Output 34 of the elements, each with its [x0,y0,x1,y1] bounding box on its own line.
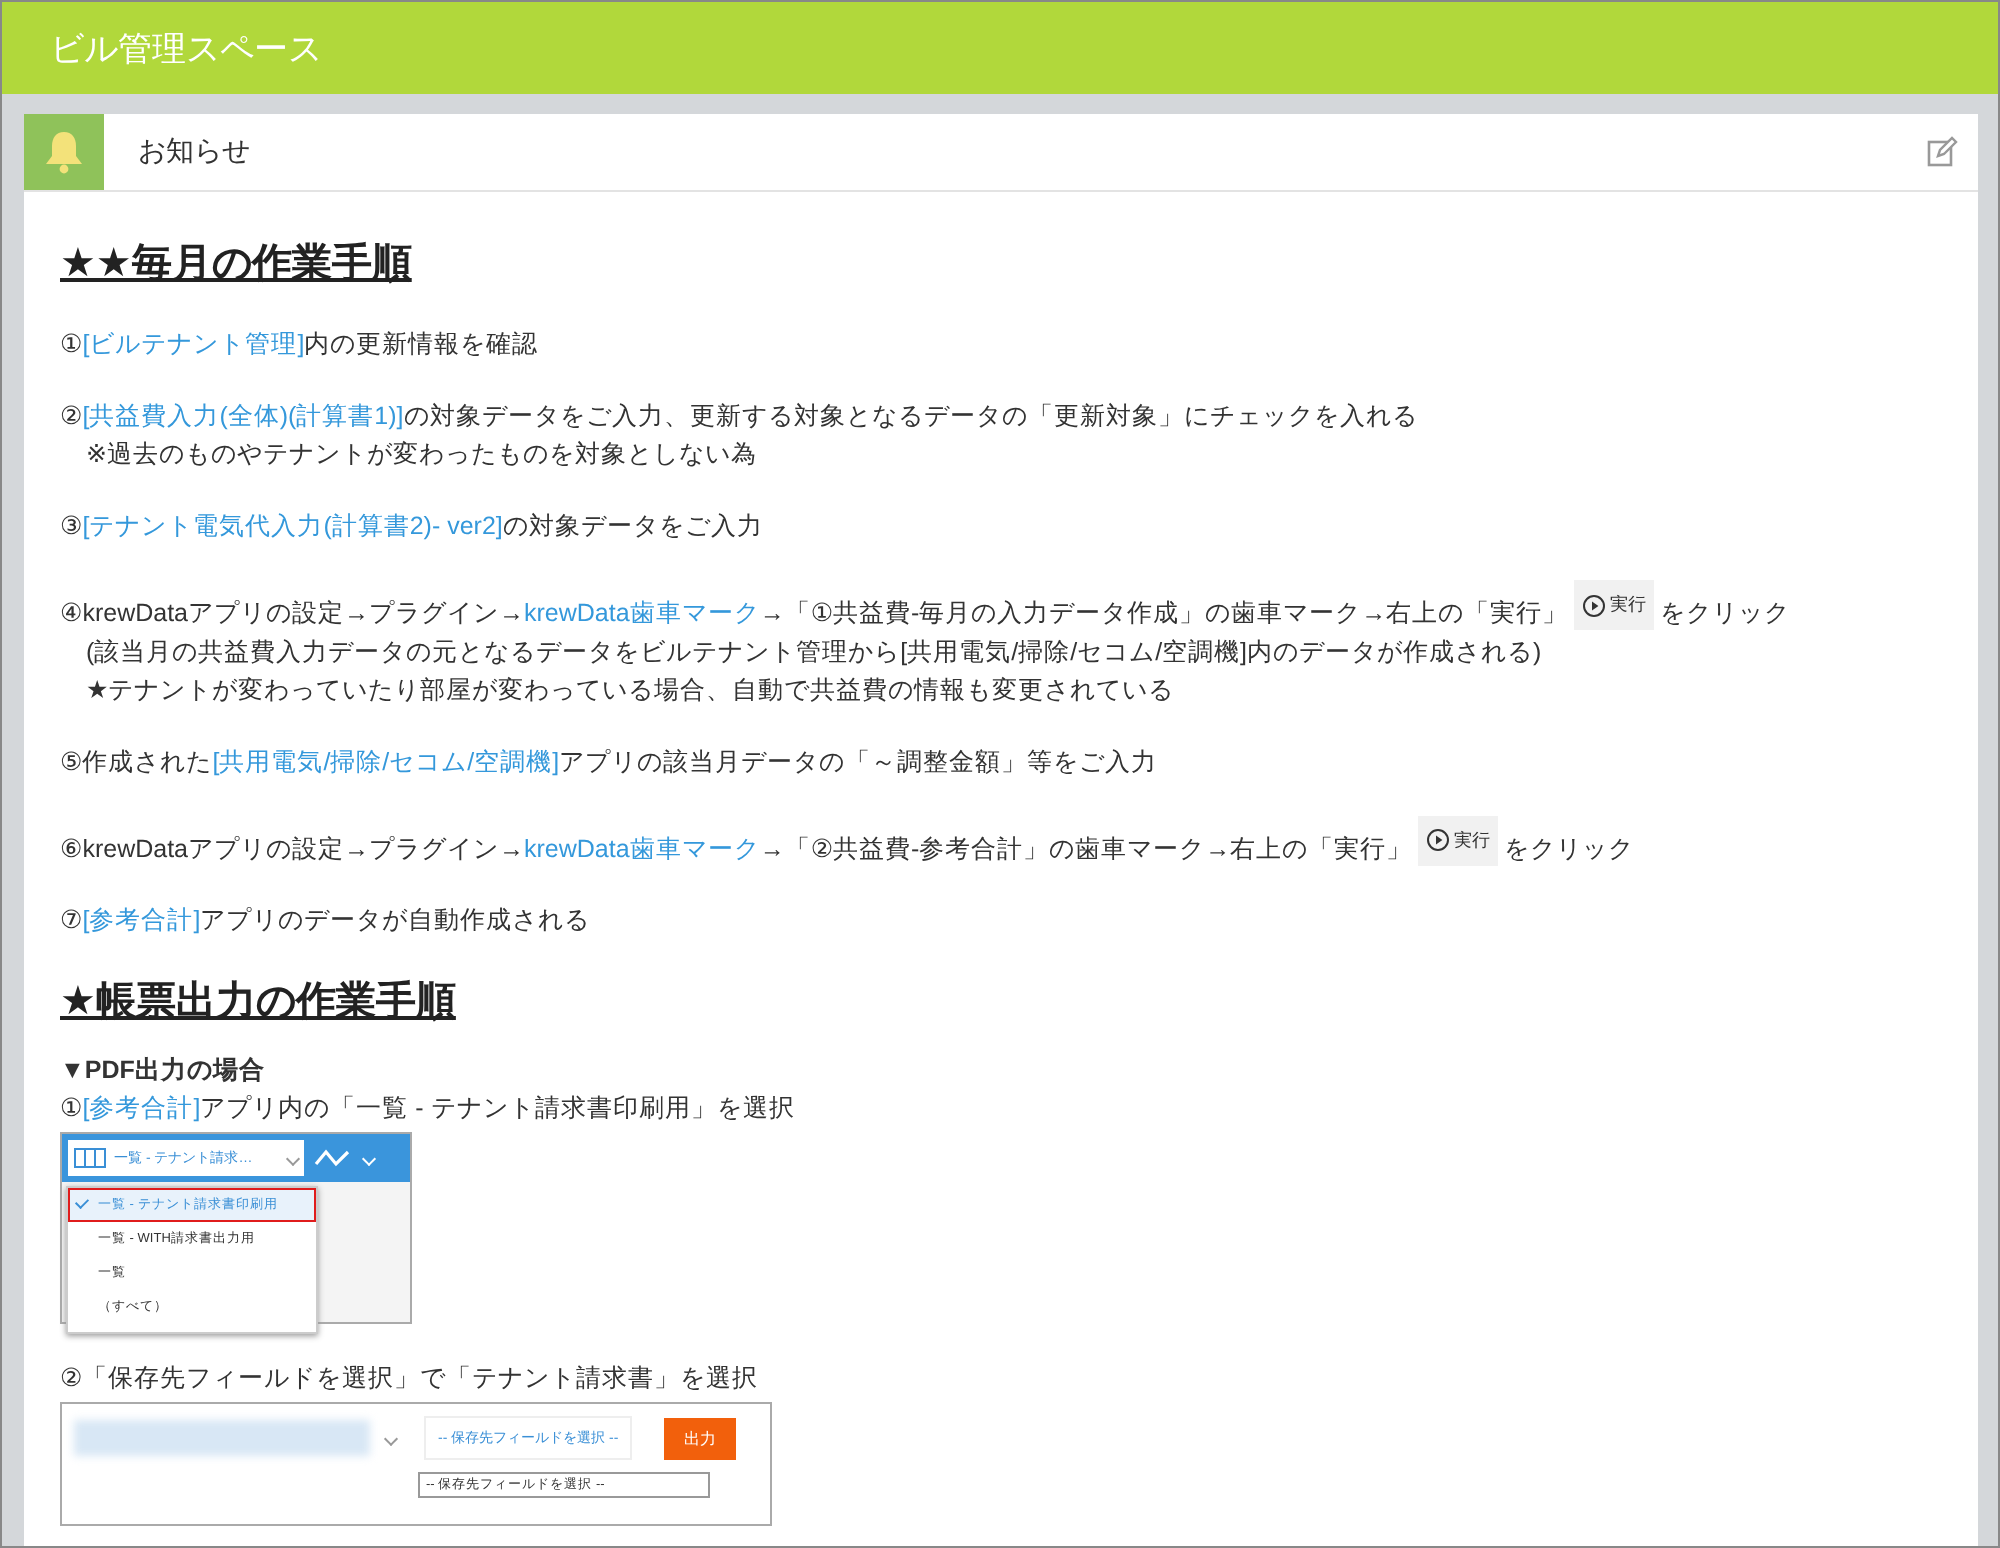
panel-title: お知らせ [138,134,252,170]
link[interactable]: [参考合計] [82,1094,201,1122]
link[interactable]: [テナント電気代入力(計算書2)- ver2] [82,512,503,540]
play-icon [1426,828,1451,852]
subheading: ▼PDF出力の場合 [60,1054,267,1088]
space-title: ビル管理スペース [50,27,322,71]
link[interactable]: krewData歯車マーク [524,834,760,862]
bell-icon [24,114,104,190]
table-icon [74,1148,106,1168]
link[interactable]: [共用電気/掃除/セコム/空調機] [212,747,560,775]
step-text: ⑤作成された[共用電気/掃除/セコム/空調機]アプリの該当月データの「～調整金額」等をご入力 [60,745,1160,780]
output-button[interactable]: 出力 [664,1417,737,1459]
run-button[interactable]: 実行 [1418,815,1499,865]
link[interactable]: [ビルテナント管理] [82,330,305,358]
step-text: ※過去のものやテナントが変わったものを対象としない為 [84,438,759,472]
step-text: ②[共益費入力(全体)(計算書1)]の対象データをご入力、更新する対象となるデータの「更新対象」にチェックを入れる [60,400,1420,434]
section-heading: ★帳票出力の作業手順 [60,978,458,1028]
section-heading: ★★毎月の作業手順 [60,240,414,290]
link[interactable]: [共益費入力(全体)(計算書1)] [82,402,404,430]
link[interactable]: [参考合計] [82,906,201,934]
step-text: (該当月の共益費入力データの元となるデータをビルテナント管理から[共用電気/掃除/セコム/空調機]内のデータが作成される) [84,635,1544,670]
run-button[interactable]: 実行 [1574,580,1655,630]
step-text: ②「保存先フィールドを選択」で「テナント請求書」を選択 [60,1362,761,1396]
check-icon [74,1194,90,1210]
step-text: ④krewDataアプリの設定→プラグイン→krewData歯車マーク→「①共益費-毎月の入力データ作成」の歯車マーク→右上の「実行」 実行 をクリック [60,580,1942,633]
play-icon [1582,593,1607,617]
step-text: ①[参考合計]アプリ内の「一覧 - テナント請求書印刷用」を選択 [60,1092,797,1126]
step-text: ①[ビルテナント管理]内の更新情報を確認 [60,328,541,362]
step-text: ★テナントが変わっていたり部屋が変わっている場合、自動で共益費の情報も変更されている [84,673,1177,707]
step-text: ⑦[参考合計]アプリのデータが自動作成される [60,904,593,938]
step-text: ⑥krewDataアプリの設定→プラグイン→krewData歯車マーク→「②共益費-参考合計」の歯車マーク→右上の「実行」 実行 をクリック [60,815,1942,868]
step-text: ③[テナント電気代入力(計算書2)- ver2]の対象データをご入力 [60,510,765,544]
edit-icon[interactable] [1926,136,1958,168]
link[interactable]: krewData歯車マーク [524,599,760,627]
